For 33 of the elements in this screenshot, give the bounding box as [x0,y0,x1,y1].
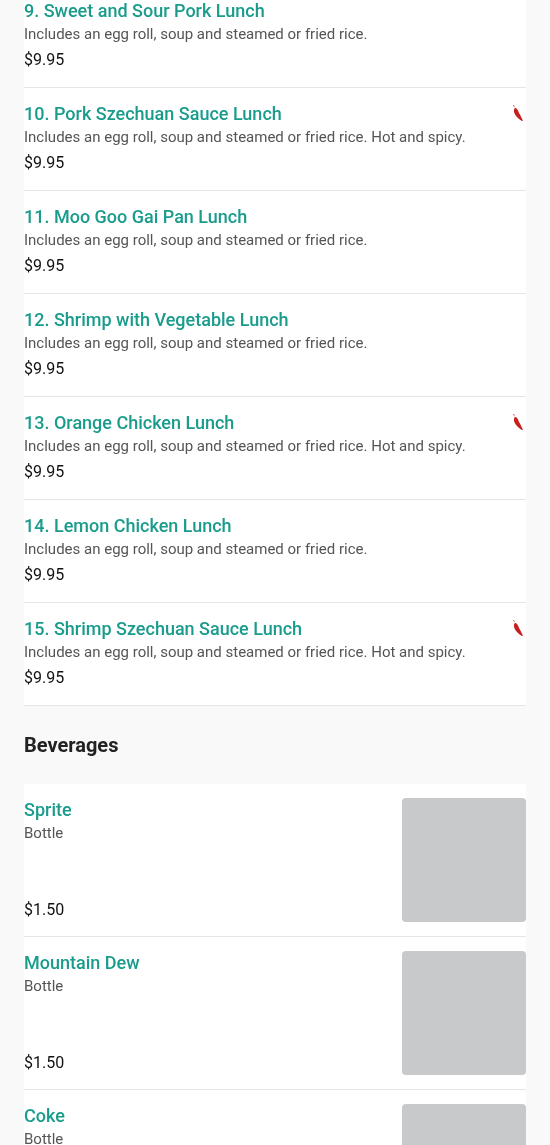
drink-description: Bottle [24,823,65,844]
drink-name[interactable]: Mountain Dew [24,951,140,975]
chili-pepper-icon [510,619,524,637]
dish-price: $9.95 [24,255,66,277]
dish-description: Includes an egg roll, soup and steamed or fried rice. [24,333,369,354]
drink-price: $1.50 [24,1052,66,1074]
dish-name[interactable]: 12. Shrimp with Vegetable Lunch [24,308,289,332]
section-heading: Beverages [24,732,119,759]
dish-price: $9.95 [24,49,66,71]
dish-price: $9.95 [24,461,66,483]
dish-price: $9.95 [24,667,66,689]
dish-name[interactable]: 14. Lemon Chicken Lunch [24,514,232,538]
dish-name[interactable]: 13. Orange Chicken Lunch [24,411,235,435]
dish-name[interactable]: 10. Pork Szechuan Sauce Lunch [24,102,282,126]
dish-name[interactable]: 15. Shrimp Szechuan Sauce Lunch [24,617,303,641]
dish-price: $9.95 [24,358,66,380]
chili-pepper-icon [510,104,524,122]
dish-price: $9.95 [24,152,66,174]
dish-description: Includes an egg roll, soup and steamed or fried rice. [24,24,369,45]
chili-pepper-icon [510,413,524,431]
drink-description: Bottle [24,976,65,997]
drink-price: $1.50 [24,899,66,921]
dish-description: Includes an egg roll, soup and steamed or fried rice. [24,230,369,251]
dish-description: Includes an egg roll, soup and steamed or fried rice. Hot and spicy. [24,436,467,457]
drink-name[interactable]: Coke [24,1104,65,1128]
dish-description: Includes an egg roll, soup and steamed or fried rice. Hot and spicy. [24,642,467,663]
dish-description: Includes an egg roll, soup and steamed or fried rice. Hot and spicy. [24,127,467,148]
dish-name[interactable]: 11. Moo Goo Gai Pan Lunch [24,205,248,229]
drink-description: Bottle [24,1129,65,1145]
dish-name[interactable]: 9. Sweet and Sour Pork Lunch [24,0,265,23]
dish-description: Includes an egg roll, soup and steamed or fried rice. [24,539,369,560]
drink-name[interactable]: Sprite [24,798,72,822]
dish-price: $9.95 [24,564,66,586]
